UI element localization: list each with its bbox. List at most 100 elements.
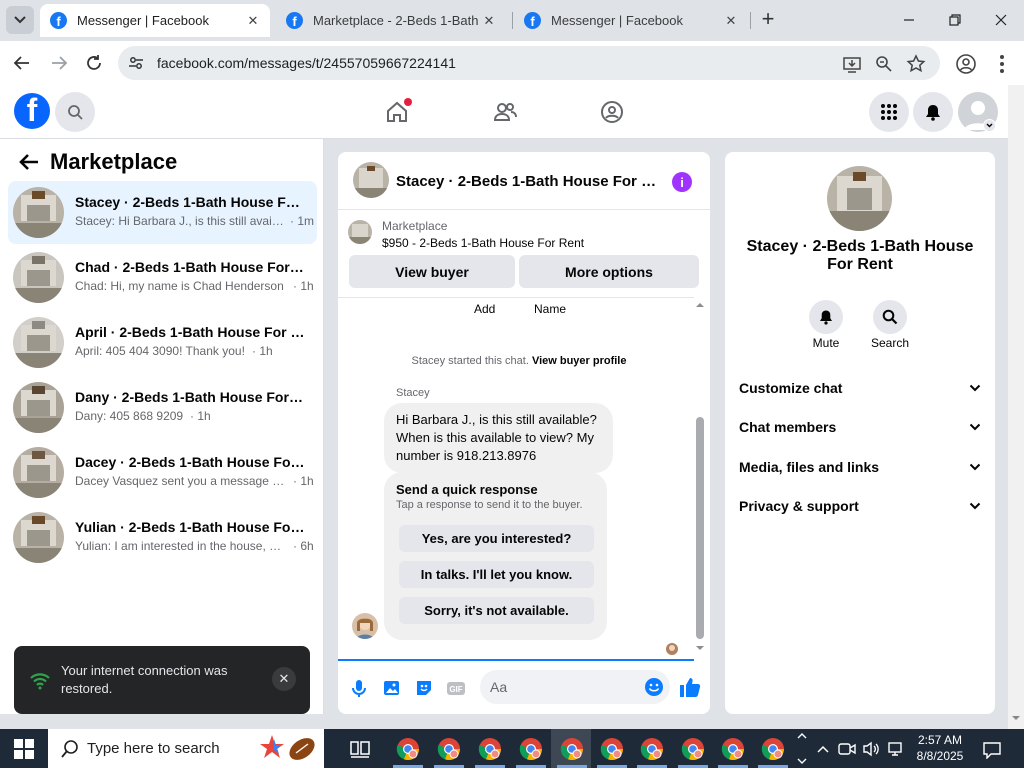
- conversation-row[interactable]: Stacey · 2-Beds 1-Bath House For Rent Sta…: [8, 181, 317, 244]
- thumbs-up-icon[interactable]: [678, 675, 702, 699]
- info-icon[interactable]: i: [672, 172, 692, 192]
- tab-search-button[interactable]: [6, 6, 34, 34]
- conversation-name: Yulian · 2-Beds 1-Bath House For Rent: [75, 519, 305, 535]
- conversation-row[interactable]: Dacey · 2-Beds 1-Bath House For Rent Dace…: [8, 441, 317, 504]
- site-info-icon[interactable]: [127, 54, 145, 72]
- page-scrollbar[interactable]: [1008, 85, 1024, 729]
- close-tab-icon[interactable]: ✕: [244, 12, 262, 30]
- chrome-taskbar-icon[interactable]: [396, 737, 420, 761]
- chrome-taskbar-icon[interactable]: [640, 737, 664, 761]
- notifications-button[interactable]: [913, 92, 953, 132]
- microphone-icon[interactable]: [348, 677, 370, 699]
- taskbar-search-box[interactable]: Type here to search: [48, 729, 324, 768]
- chrome-taskbar-icon[interactable]: [437, 737, 461, 761]
- search-in-conversation-button[interactable]: [873, 300, 907, 334]
- chrome-taskbar-icon[interactable]: [560, 737, 584, 761]
- taskbar-overflow-scroll[interactable]: [795, 729, 809, 768]
- section-privacy-support[interactable]: Privacy & support: [739, 491, 981, 521]
- chrome-taskbar-icon[interactable]: [519, 737, 543, 761]
- tab-separator: [512, 12, 513, 29]
- close-tab-icon[interactable]: ✕: [722, 12, 740, 30]
- menu-grid-button[interactable]: [869, 92, 909, 132]
- chrome-taskbar-icon[interactable]: [761, 737, 785, 761]
- section-customize-chat[interactable]: Customize chat: [739, 373, 981, 403]
- conversation-time: · 1h: [190, 409, 211, 423]
- bookmark-star-icon[interactable]: [906, 54, 926, 74]
- quick-reply-in-talks-button[interactable]: In talks. I'll let you know.: [399, 561, 594, 588]
- chat-scrollbar[interactable]: [695, 300, 705, 652]
- chrome-taskbar-icon[interactable]: [600, 737, 624, 761]
- conversation-row[interactable]: Chad · 2-Beds 1-Bath House For Rent Chad:…: [8, 246, 317, 309]
- message-input[interactable]: Aa: [480, 670, 670, 704]
- browser-tab-marketplace[interactable]: f Marketplace - 2-Beds 1-Bath House For …: [276, 4, 506, 37]
- conversation-row[interactable]: Dany · 2-Beds 1-Bath House For Rent Dany:…: [8, 376, 317, 439]
- search-icon: [882, 309, 898, 325]
- listing-price-title[interactable]: $950 - 2-Beds 1-Bath House For Rent: [382, 236, 584, 250]
- notifications-center-icon[interactable]: [982, 740, 1002, 760]
- browser-menu-icon[interactable]: [992, 53, 1012, 75]
- toast-message: Your internet connection was restored.: [61, 663, 228, 696]
- browser-tab-messenger-1[interactable]: f Messenger | Facebook ✕: [40, 4, 270, 37]
- meet-now-icon[interactable]: [838, 740, 856, 758]
- conversation-name: April · 2-Beds 1-Bath House For Rent: [75, 324, 305, 340]
- close-tab-icon[interactable]: ✕: [480, 12, 498, 30]
- chat-title[interactable]: Stacey · 2-Beds 1-Bath House For Rent: [396, 173, 658, 190]
- forward-icon[interactable]: [46, 50, 72, 76]
- show-hidden-icons[interactable]: [814, 740, 832, 758]
- conversation-avatar[interactable]: [827, 166, 892, 231]
- network-icon[interactable]: [886, 740, 904, 758]
- task-view-icon[interactable]: [349, 738, 371, 760]
- volume-icon[interactable]: [862, 740, 880, 758]
- system-clock[interactable]: 2:57 AM 8/8/2025: [910, 732, 970, 764]
- chat-avatar[interactable]: [353, 162, 389, 198]
- friends-icon[interactable]: [490, 97, 520, 127]
- facebook-logo-icon[interactable]: f: [14, 93, 50, 129]
- close-toast-button[interactable]: ✕: [272, 667, 296, 691]
- chevron-down-icon: [969, 423, 981, 431]
- windows-start-icon[interactable]: [14, 739, 34, 759]
- facebook-header: f: [0, 85, 1008, 139]
- facebook-search-button[interactable]: [55, 92, 95, 132]
- more-options-button[interactable]: More options: [519, 255, 699, 288]
- reload-icon[interactable]: [81, 50, 107, 76]
- emoji-icon[interactable]: [644, 677, 664, 697]
- sender-avatar[interactable]: [352, 613, 378, 639]
- tab-separator: [750, 12, 751, 29]
- zoom-icon[interactable]: [874, 54, 894, 74]
- back-icon[interactable]: [9, 50, 35, 76]
- conversation-preview: Dany: 405 868 9209: [75, 409, 184, 423]
- profile-icon[interactable]: [955, 53, 977, 75]
- view-buyer-button[interactable]: View buyer: [349, 255, 515, 288]
- account-chevron-icon[interactable]: [983, 119, 996, 132]
- svg-text:GIF: GIF: [449, 685, 462, 694]
- header-divider: [338, 209, 710, 210]
- listing-thumbnail: [348, 220, 372, 244]
- chevron-down-icon: [14, 16, 26, 24]
- section-media-files-links[interactable]: Media, files and links: [739, 452, 981, 482]
- chrome-taskbar-icon[interactable]: [681, 737, 705, 761]
- section-chat-members[interactable]: Chat members: [739, 412, 981, 442]
- sticker-icon[interactable]: [413, 677, 435, 699]
- name-label: Name: [534, 302, 567, 316]
- install-app-icon[interactable]: [842, 54, 862, 74]
- browser-tab-messenger-2[interactable]: f Messenger | Facebook ✕: [514, 4, 748, 37]
- quick-reply-not-available-button[interactable]: Sorry, it's not available.: [399, 597, 594, 624]
- mute-button[interactable]: [809, 300, 843, 334]
- view-buyer-profile-link[interactable]: View buyer profile: [532, 355, 627, 367]
- gif-icon[interactable]: GIF: [445, 677, 467, 699]
- back-arrow-icon[interactable]: [18, 152, 42, 174]
- new-tab-button[interactable]: +: [756, 8, 780, 32]
- chrome-taskbar-icon[interactable]: [478, 737, 502, 761]
- marketplace-label: Marketplace: [382, 219, 448, 233]
- address-bar[interactable]: facebook.com/messages/t/2455705966722414…: [118, 46, 940, 80]
- chrome-taskbar-icon[interactable]: [721, 737, 745, 761]
- minimize-window-button[interactable]: [897, 8, 921, 32]
- conversation-row[interactable]: Yulian · 2-Beds 1-Bath House For Rent Yul…: [8, 506, 317, 569]
- groups-icon[interactable]: [597, 97, 627, 127]
- conversation-time: · 1m: [290, 214, 314, 228]
- close-window-button[interactable]: [989, 8, 1013, 32]
- quick-reply-yes-button[interactable]: Yes, are you interested?: [399, 525, 594, 552]
- photo-icon[interactable]: [381, 677, 403, 699]
- conversation-row[interactable]: April · 2-Beds 1-Bath House For Rent Apri…: [8, 311, 317, 374]
- restore-window-button[interactable]: [943, 8, 967, 32]
